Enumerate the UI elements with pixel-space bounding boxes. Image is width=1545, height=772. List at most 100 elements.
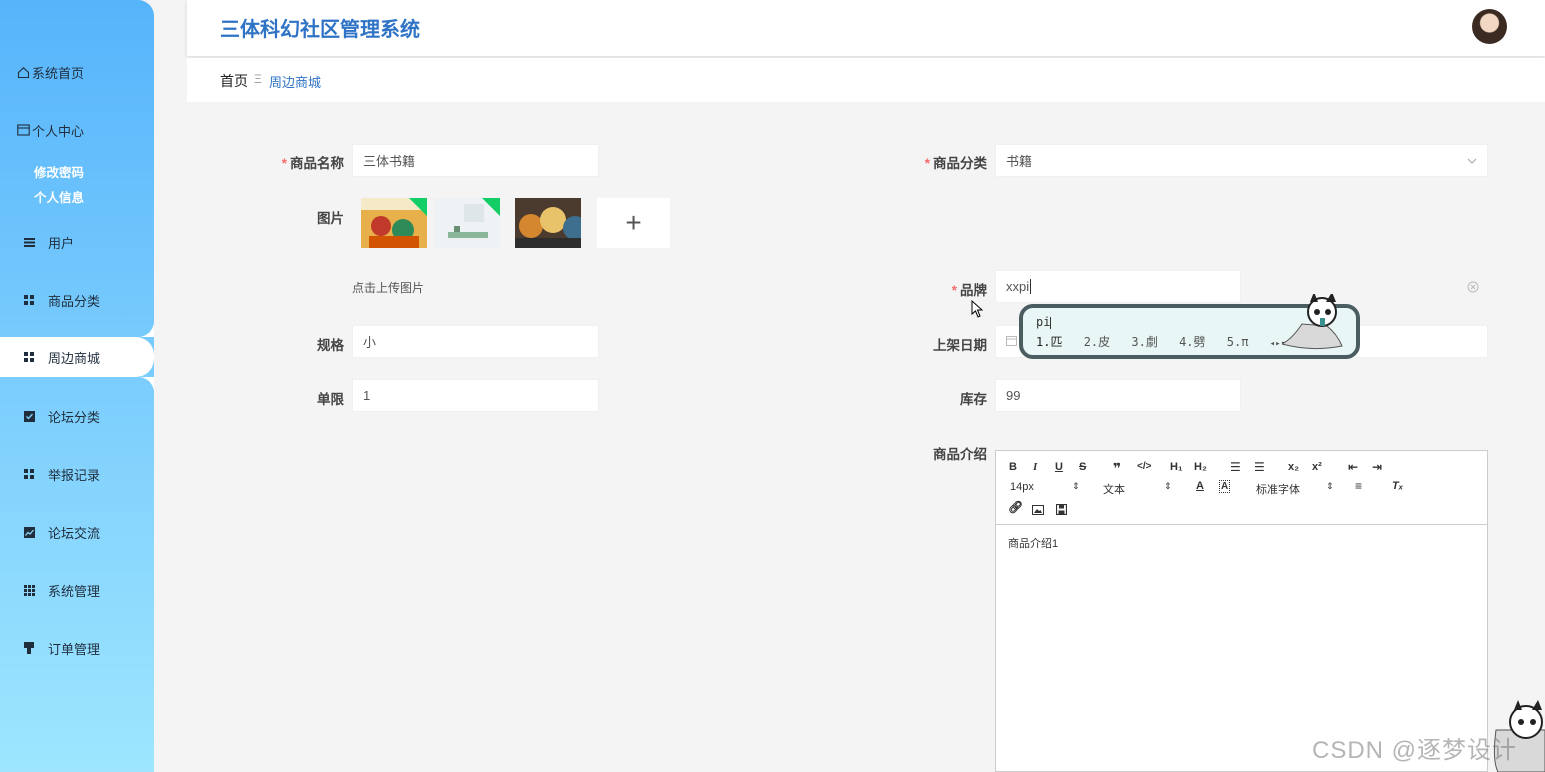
font-family-select[interactable]: 标准字体 (1256, 481, 1300, 497)
rich-text-editor[interactable]: B I U S ❞ </> H₁ H₂ ☰ ☰ x₂ x² ⇤ ⇥ 14px ⇕… (995, 450, 1488, 772)
video-icon[interactable] (1055, 502, 1068, 520)
ime-candidate[interactable]: 3.劇 (1131, 335, 1157, 349)
card-icon (16, 123, 30, 137)
avatar[interactable] (1472, 9, 1507, 44)
ime-candidate[interactable]: 4.劈 (1179, 335, 1205, 349)
menu-icon (22, 235, 36, 249)
limit-input[interactable]: 1 (352, 379, 599, 412)
bullet-list-icon[interactable]: ☰ (1254, 460, 1265, 474)
sidebar-item-forum-exchange[interactable]: 论坛交流 (0, 514, 154, 550)
image-badge (409, 198, 427, 216)
h1-button[interactable]: H₁ (1170, 461, 1183, 473)
stock-input[interactable]: 99 (995, 379, 1241, 412)
upload-image-button[interactable]: + (597, 198, 670, 248)
sidebar-item-product-category[interactable]: 商品分类 (0, 282, 154, 318)
align-icon[interactable]: ≡ (1355, 479, 1362, 493)
home-icon (16, 65, 30, 79)
font-size-select[interactable]: 14px (1010, 481, 1034, 493)
link-icon[interactable]: 🔗︎ (1008, 500, 1023, 514)
product-category-label: * 商品分类 (924, 156, 987, 171)
sidebar-item-label: 举报记录 (48, 467, 101, 483)
sidebar-item-merch-store[interactable]: 周边商城 (0, 321, 154, 393)
sidebar-item-label: 商品分类 (48, 293, 101, 309)
breadcrumb-home[interactable]: 首页 (220, 71, 248, 91)
sidebar-item-label: 论坛分类 (48, 409, 101, 425)
intro-label: 商品介绍 (933, 447, 987, 462)
product-name-input[interactable]: 三体书籍 (352, 144, 599, 177)
product-name-label: * 商品名称 (281, 156, 344, 171)
font-color-button[interactable]: A (1196, 480, 1204, 492)
sidebar-item-order-management[interactable]: 订单管理 (0, 630, 154, 666)
clipboard-check-icon (22, 409, 36, 423)
product-image-thumb[interactable] (434, 198, 500, 248)
image-badge (482, 198, 500, 216)
code-icon[interactable]: </> (1137, 461, 1151, 472)
sidebar-item-personal-info[interactable]: 个人信息 (0, 185, 154, 207)
grid-icon (22, 293, 36, 307)
sidebar-item-report-records[interactable]: 举报记录 (0, 456, 154, 492)
outdent-icon[interactable]: ⇤ (1348, 460, 1358, 474)
background-color-button[interactable]: A (1219, 480, 1231, 493)
spec-input[interactable]: 小 (352, 325, 599, 358)
ime-candidate[interactable]: 1.匹 (1036, 335, 1062, 349)
ime-mascot-icon (1280, 292, 1352, 359)
upload-hint: 点击上传图片 (352, 281, 425, 295)
sidebar-item-system-management[interactable]: 系统管理 (0, 572, 154, 608)
sidebar-item-forum-category[interactable]: 论坛分类 (0, 398, 154, 434)
sidebar-item-label: 论坛交流 (48, 525, 101, 541)
chart-icon (22, 525, 36, 539)
brand-label: * 品牌 (951, 283, 987, 298)
sidebar-item-change-password[interactable]: 修改密码 (0, 160, 154, 182)
image-icon[interactable] (1032, 502, 1044, 520)
limit-label: 单限 (317, 392, 344, 407)
sidebar-item-home[interactable]: 系统首页 (0, 54, 154, 90)
mouse-cursor-icon (971, 299, 984, 323)
top-header: 三体科幻社区管理系统 (187, 0, 1545, 56)
italic-button[interactable]: I (1033, 461, 1037, 473)
shelf-date-label: 上架日期 (933, 338, 987, 353)
quote-icon[interactable]: ❞ (1113, 460, 1121, 477)
calendar-icon (1006, 334, 1017, 349)
product-category-select[interactable]: 书籍 (995, 144, 1488, 177)
product-category-value: 书籍 (1006, 154, 1033, 169)
breadcrumb-separator: Ξ (254, 72, 262, 86)
sidebar-item-personal-center[interactable]: 个人中心 (0, 112, 154, 148)
stock-label: 库存 (960, 392, 987, 407)
product-image-thumb[interactable] (361, 198, 427, 248)
ime-candidate[interactable]: 2.皮 (1084, 335, 1110, 349)
sidebar-item-label: 订单管理 (48, 641, 101, 657)
grid9-icon (22, 583, 36, 597)
brand-input[interactable]: xxpi (995, 270, 1241, 303)
breadcrumb-current: 周边商城 (269, 75, 322, 90)
breadcrumb: 首页 Ξ 周边商城 (187, 58, 1545, 102)
sidebar: 系统首页 个人中心 修改密码 个人信息 用户 商品分类 周边商城 论坛分类 举报… (0, 0, 154, 772)
indent-icon[interactable]: ⇥ (1372, 460, 1382, 474)
stamp-icon (22, 641, 36, 655)
subscript-button[interactable]: x₂ (1288, 461, 1299, 473)
sidebar-item-label: 个人中心 (32, 123, 85, 139)
watermark: CSDN @逐梦设计 (1312, 737, 1518, 764)
editor-toolbar: B I U S ❞ </> H₁ H₂ ☰ ☰ x₂ x² ⇤ ⇥ 14px ⇕… (996, 451, 1487, 525)
spec-label: 规格 (317, 338, 344, 353)
images-label: 图片 (317, 211, 344, 226)
clear-icon[interactable] (1467, 280, 1479, 298)
superscript-button[interactable]: x² (1312, 461, 1322, 473)
font-size-arrow-icon: ⇕ (1072, 481, 1080, 491)
underline-button[interactable]: U (1055, 461, 1063, 473)
ime-candidate[interactable]: 5.π (1227, 335, 1249, 349)
h2-button[interactable]: H₂ (1194, 461, 1207, 473)
sidebar-item-users[interactable]: 用户 (0, 224, 154, 260)
ime-composition: pi (1036, 315, 1052, 329)
ime-candidates: 1.匹 2.皮 3.劇 4.劈 5.π ◂▸▾ (1036, 333, 1300, 350)
editor-content[interactable]: 商品介绍1 (996, 525, 1487, 561)
ordered-list-icon[interactable]: ☰ (1230, 460, 1241, 474)
sidebar-item-label: 个人信息 (34, 190, 85, 205)
bold-button[interactable]: B (1009, 461, 1017, 473)
brand-value: xxpi (1006, 279, 1030, 294)
clear-format-icon[interactable]: Tₓ (1392, 480, 1403, 492)
block-type-select[interactable]: 文本 (1103, 481, 1125, 497)
app-title: 三体科幻社区管理系统 (220, 19, 420, 41)
ime-candidate-window[interactable]: pi 1.匹 2.皮 3.劇 4.劈 5.π ◂▸▾ (1019, 292, 1360, 359)
product-image-thumb[interactable] (515, 198, 581, 248)
strike-button[interactable]: S (1079, 461, 1086, 473)
